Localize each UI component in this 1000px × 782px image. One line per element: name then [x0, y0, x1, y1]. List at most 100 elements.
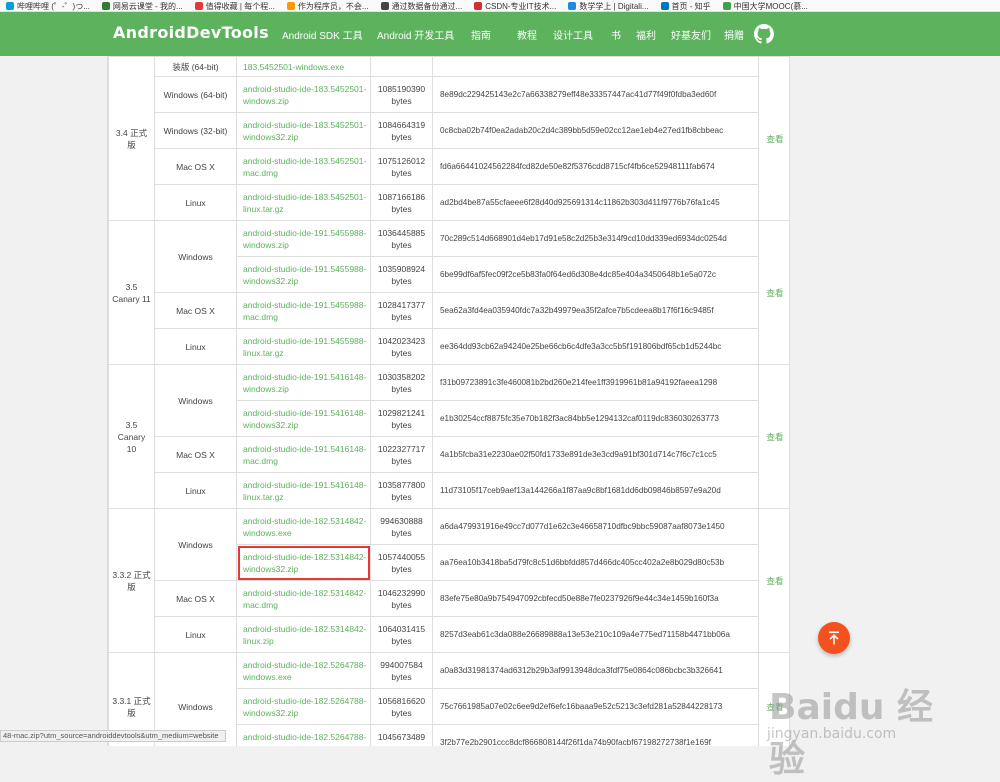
- scroll-to-top-button[interactable]: [818, 622, 850, 654]
- download-link[interactable]: android-studio-ide-191.5455988-linux.tar…: [236, 328, 371, 365]
- platform-cell: Mac OS X: [154, 580, 237, 617]
- download-link[interactable]: android-studio-ide-191.5416148-windows32…: [236, 400, 371, 437]
- download-link[interactable]: android-studio-ide-191.5455988-mac.dmg: [236, 292, 371, 329]
- download-link[interactable]: android-studio-ide-183.5452501-windows.z…: [236, 76, 371, 113]
- view-link[interactable]: 查看: [758, 508, 789, 653]
- download-link[interactable]: android-studio-ide-183.5452501-linux.tar…: [236, 184, 371, 221]
- nav-link[interactable]: Android 开发工具: [377, 27, 471, 42]
- site-header: AndroidDevTools Android SDK 工具 Android 开发…: [0, 12, 1000, 56]
- sha256-cell: 83efe75e80a9b754947092cbfecd50e88e7fe023…: [432, 580, 759, 617]
- download-link[interactable]: android-studio-ide-182.5264788-mac.dmg: [236, 724, 371, 746]
- sha256-cell: 8e89dc229425143e2c7a66338279eff48e333574…: [432, 76, 759, 113]
- nav-link[interactable]: 设计工具: [553, 27, 611, 42]
- download-link[interactable]: android-studio-ide-191.5455988-windows.z…: [236, 220, 371, 257]
- download-table-container: 3.4 正式版 装版 (64-bit) 183.5452501-windows.ex…: [107, 56, 790, 746]
- bookmark-item[interactable]: 中国大学MOOC(慕...: [717, 0, 814, 11]
- view-link[interactable]: 查看: [758, 220, 789, 365]
- download-link[interactable]: android-studio-ide-191.5416148-mac.dmg: [236, 436, 371, 473]
- bookmark-label: 首页 - 知乎: [671, 1, 711, 11]
- table-row: Mac OS Xandroid-studio-ide-191.5416148-m…: [109, 436, 790, 473]
- download-link[interactable]: android-studio-ide-182.5314842-linux.zip: [236, 616, 371, 653]
- watermark-url: jingyan.baidu.com: [767, 726, 897, 742]
- download-link[interactable]: android-studio-ide-191.5455988-windows32…: [236, 256, 371, 293]
- size-cell: 1030358202 bytes: [370, 364, 433, 401]
- site-logo[interactable]: AndroidDevTools: [113, 23, 269, 42]
- size-cell: 1028417377 bytes: [370, 292, 433, 329]
- size-unit: bytes: [391, 347, 412, 358]
- bookmark-item[interactable]: 首页 - 知乎: [655, 0, 717, 11]
- bookmark-item[interactable]: 通过数据备份通过...: [375, 0, 469, 11]
- size-value: 1057440055: [377, 551, 426, 562]
- table-row: Mac OS Xandroid-studio-ide-191.5455988-m…: [109, 292, 790, 329]
- size-cell: 1064031415 bytes: [370, 616, 433, 653]
- bookmark-label: 网易云课堂 - 我的...: [112, 1, 183, 11]
- size-value: 994630888: [380, 515, 423, 526]
- bookmark-item[interactable]: 值得收藏 | 每个程...: [189, 0, 281, 11]
- nav-link[interactable]: 好基友们: [671, 27, 724, 42]
- baidu-watermark: Baidu 经验 jingyan.baidu.com: [765, 678, 965, 780]
- size-cell: 1057440055 bytes: [370, 544, 433, 581]
- download-table: 3.4 正式版 装版 (64-bit) 183.5452501-windows.ex…: [108, 56, 790, 747]
- table-row: Windows (64-bit) android-studio-ide-183.5…: [109, 76, 790, 113]
- sha256-cell: fd6a66441024562284fcd82de50e82f5376cdd87…: [432, 148, 759, 185]
- nav-link[interactable]: 教程: [517, 27, 553, 42]
- download-link[interactable]: android-studio-ide-182.5264788-windows32…: [236, 688, 371, 725]
- size-unit: bytes: [391, 239, 412, 250]
- sha256-cell: a0a83d31981374ad6312b29b3af9913948dca3fd…: [432, 652, 759, 689]
- size-cell: 1045673489bytes: [370, 724, 433, 747]
- nav-link[interactable]: Android SDK 工具: [282, 27, 377, 42]
- size-cell: 1085190390 bytes: [370, 76, 433, 113]
- size-unit: bytes: [391, 383, 412, 394]
- size-unit: bytes: [391, 131, 412, 142]
- bookmark-item[interactable]: 网易云课堂 - 我的...: [96, 0, 189, 11]
- download-link[interactable]: android-studio-ide-182.5314842-mac.dmg: [236, 580, 371, 617]
- version-cell: 3.3.2 正式版: [108, 508, 155, 653]
- table-row: 3.3.2 正式版 Windows android-studio-ide-182.5…: [108, 508, 789, 653]
- sha256-cell: 3f2b77e2b2901ccc8dcf866808144f26f1da74b9…: [432, 724, 759, 746]
- size-unit: bytes: [391, 635, 412, 646]
- sha256-cell: ad2bd4be87a55cfaeee6f28d40d925691314c118…: [432, 184, 759, 221]
- platform-cell: Windows: [154, 364, 237, 437]
- size-cell: 1022327717 bytes: [370, 436, 433, 473]
- platform-cell: Mac OS X: [154, 148, 237, 185]
- size-cell: 1084664319 bytes: [370, 112, 433, 149]
- sha256-cell: [432, 56, 759, 77]
- size-unit: bytes: [391, 203, 412, 214]
- size-value: 1029821241: [377, 407, 426, 418]
- size-unit: bytes: [374, 743, 429, 747]
- download-link[interactable]: android-studio-ide-182.5314842-windows.e…: [236, 508, 371, 545]
- bookmark-label: 数学学上 | Digitali...: [579, 1, 649, 11]
- nav-link[interactable]: 指南: [471, 27, 517, 42]
- size-unit: bytes: [391, 419, 412, 430]
- download-link[interactable]: android-studio-ide-183.5452501-windows32…: [236, 112, 371, 149]
- download-link[interactable]: android-studio-ide-191.5416148-windows.z…: [236, 364, 371, 401]
- size-value: 1064031415: [377, 623, 426, 634]
- view-link[interactable]: 查看: [758, 364, 789, 509]
- download-link[interactable]: android-studio-ide-182.5264788-windows.e…: [236, 652, 371, 689]
- size-value: 1056816620: [377, 695, 426, 706]
- bookmark-item[interactable]: CSDN-专业IT技术...: [468, 0, 562, 11]
- bookmark-item[interactable]: 作为程序员，不会...: [281, 0, 375, 11]
- size-value: 1030358202: [377, 371, 426, 382]
- size-value: 1036445885: [377, 227, 426, 238]
- download-link-highlighted[interactable]: android-studio-ide-182.5314842-windows32…: [236, 544, 371, 581]
- bookmark-item[interactable]: 数学学上 | Digitali...: [562, 0, 654, 11]
- size-cell: 1087166186 bytes: [370, 184, 433, 221]
- sha256-cell: ee364dd93cb62a94240e25be66cb6c4dfe3a3cc5…: [432, 328, 759, 365]
- download-link[interactable]: android-studio-ide-183.5452501-mac.dmg: [236, 148, 371, 185]
- download-link[interactable]: 183.5452501-windows.exe: [236, 56, 371, 77]
- bookmark-label: 哔哩哔哩 (゜-゜)つ...: [17, 1, 90, 11]
- size-unit: bytes: [391, 167, 412, 178]
- bookmark-item[interactable]: 哔哩哔哩 (゜-゜)つ...: [0, 0, 96, 11]
- github-icon[interactable]: [754, 24, 774, 44]
- size-cell: 1036445885 bytes: [370, 220, 433, 257]
- nav-link[interactable]: 书: [611, 27, 636, 42]
- arrow-up-icon: [829, 631, 839, 645]
- size-cell: 994007584 bytes: [370, 652, 433, 689]
- size-value: 1028417377: [377, 299, 426, 310]
- size-unit: bytes: [391, 275, 412, 286]
- sha256-cell: 11d73105f17ceb9aef13a144266a1f87aa9c8bf1…: [432, 472, 759, 509]
- download-link[interactable]: android-studio-ide-191.5416148-linux.tar…: [236, 472, 371, 509]
- nav-link[interactable]: 福利: [636, 27, 671, 42]
- view-link[interactable]: 查看: [758, 56, 789, 221]
